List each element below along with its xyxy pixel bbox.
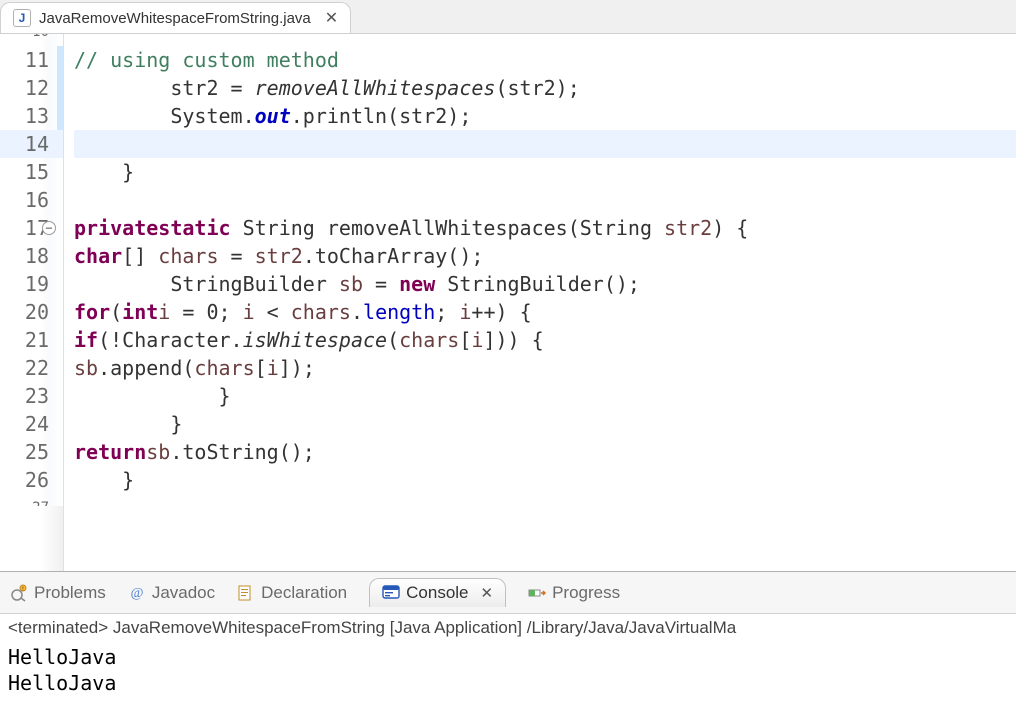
line-number: 21 [0,326,63,354]
line-number: 16 [0,186,63,214]
javadoc-icon: @ [128,584,146,602]
tab-problems[interactable]: ! Problems [10,583,106,603]
svg-text:@: @ [130,586,143,601]
code-line[interactable] [74,130,1016,158]
code-line[interactable]: } [74,466,1016,494]
tab-label: Progress [552,583,620,603]
line-number: 25 [0,438,63,466]
svg-text:!: ! [22,586,23,592]
line-number: 13 [0,102,63,130]
line-number: 23 [0,382,63,410]
java-file-icon: J [13,9,31,27]
tab-label: Problems [34,583,106,603]
tab-label: Declaration [261,583,347,603]
line-number: 10 [0,34,63,46]
line-number: 27 [0,494,63,506]
code-line[interactable]: if(!Character.isWhitespace(chars[i])) { [74,326,1016,354]
code-line[interactable] [74,186,1016,214]
code-line[interactable]: // using custom method [74,46,1016,74]
tab-javadoc[interactable]: @ Javadoc [128,583,215,603]
editor-tab-label: JavaRemoveWhitespaceFromString.java [39,10,311,27]
line-number: 12 [0,74,63,102]
line-number: 26 [0,466,63,494]
line-number: 14 [0,130,63,158]
tab-label: Console [406,583,468,603]
editor-tab[interactable]: J JavaRemoveWhitespaceFromString.java ✕ [0,2,351,33]
problems-icon: ! [10,584,28,602]
line-number: 15 [0,158,63,186]
console-status: <terminated> JavaRemoveWhitespaceFromStr… [0,614,1016,642]
close-icon[interactable]: ✕ [481,584,494,602]
code-line[interactable]: System.out.println(str2); [74,102,1016,130]
code-line[interactable]: for(int i = 0; i < chars.length; i++) { [74,298,1016,326]
line-number: 24 [0,410,63,438]
code-line[interactable] [74,494,1016,506]
tab-progress[interactable]: Progress [528,583,620,603]
tab-declaration[interactable]: Declaration [237,583,347,603]
code-line[interactable]: return sb.toString(); [74,438,1016,466]
close-icon[interactable]: ✕ [325,8,338,28]
line-number: 18 [0,242,63,270]
code-line[interactable]: char[] chars = str2.toCharArray(); [74,242,1016,270]
code-line[interactable]: } [74,410,1016,438]
code-line[interactable]: str2 = removeAllWhitespaces(str2); [74,74,1016,102]
code-area[interactable]: // using custom method str2 = removeAllW… [64,34,1016,571]
declaration-icon [237,584,255,602]
console-icon [382,584,400,602]
view-tabbar: ! Problems @ Javadoc Declaration [0,572,1016,614]
line-number: 11 [0,46,63,74]
line-number: 17− [0,214,63,242]
tab-console[interactable]: Console ✕ [369,578,506,607]
bottom-panel: ! Problems @ Javadoc Declaration [0,571,1016,704]
code-line[interactable]: sb.append(chars[i]); [74,354,1016,382]
code-line[interactable]: } [74,158,1016,186]
line-number: 22 [0,354,63,382]
fold-toggle-icon[interactable]: − [42,221,56,235]
editor-tabbar: J JavaRemoveWhitespaceFromString.java ✕ [0,0,1016,34]
tab-label: Javadoc [152,583,215,603]
code-line[interactable]: private static String removeAllWhitespac… [74,214,1016,242]
progress-icon [528,584,546,602]
console-output[interactable]: HelloJava HelloJava [0,642,1016,704]
code-line[interactable] [74,34,1016,46]
line-number: 19 [0,270,63,298]
code-line[interactable]: } [74,382,1016,410]
line-number: 20 [0,298,63,326]
code-line[interactable]: StringBuilder sb = new StringBuilder(); [74,270,1016,298]
line-gutter: 1011121314151617−18192021222324252627 [0,34,64,571]
code-editor[interactable]: 1011121314151617−18192021222324252627 //… [0,34,1016,571]
